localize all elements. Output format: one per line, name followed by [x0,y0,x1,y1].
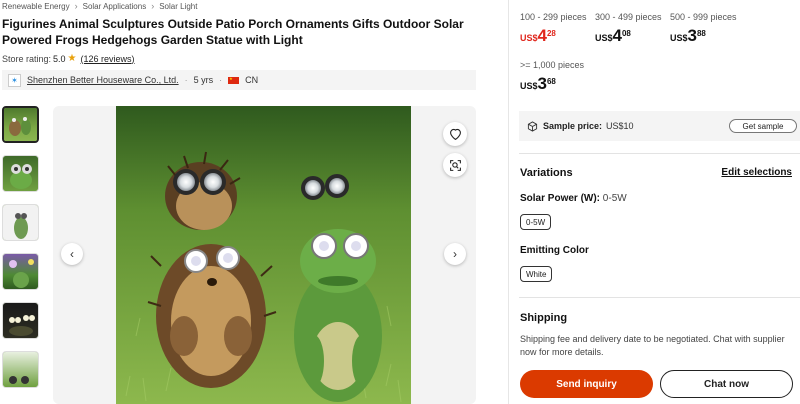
thumbnail-list [2,106,40,400]
star-icon: ★ [67,53,77,64]
image-search-button[interactable] [443,153,467,177]
image-search-icon [449,159,461,171]
tier-price: US$ 4 08 [595,26,631,45]
edit-selections-link[interactable]: Edit selections [721,167,792,178]
chevron-right-icon: › [151,1,155,11]
breadcrumb-item[interactable]: Renewable Energy [2,2,70,11]
tier-range: 100 - 299 pieces [520,12,587,22]
emitting-color-label: Emitting Color [520,245,589,256]
shipping-text: Shipping fee and delivery date to be neg… [520,334,785,357]
breadcrumb-item[interactable]: Solar Light [159,2,197,11]
next-image-button[interactable]: › [444,243,466,265]
thumbnail-5[interactable] [2,302,39,339]
price-tier: >= 1,000 pieces US$ 3 68 [520,60,600,93]
previous-image-button[interactable]: ‹ [61,243,83,265]
rating-label: Store rating: [2,53,52,64]
price-tier: 500 - 999 pieces US$ 3 88 [670,12,750,45]
price-tier: 300 - 499 pieces US$ 4 08 [595,12,675,45]
breadcrumb: Renewable Energy › Solar Applications › … [2,1,197,11]
divider [519,297,800,298]
solar-power-label: Solar Power (W): 0-5W [520,193,627,204]
thumbnail-4[interactable] [2,253,39,290]
send-inquiry-button[interactable]: Send inquiry [520,370,653,398]
favorite-button[interactable] [443,122,467,146]
supplier-country: CN [245,75,259,85]
supplier-years: 5 yrs [193,75,214,85]
tier-range: 500 - 999 pieces [670,12,737,22]
tier-range: 300 - 499 pieces [595,12,662,22]
heart-icon [449,128,461,140]
product-title: Figurines Animal Sculptures Outside Pati… [2,17,464,47]
store-rating: Store rating: 5.0 ★ (126 reviews) [2,53,135,64]
solar-power-name: Solar Power (W): [520,193,601,204]
reviews-link[interactable]: (126 reviews) [81,54,135,64]
thumbnail-6[interactable] [2,351,39,388]
solar-power-value: 0-5W [602,193,627,204]
supplier-name-link[interactable]: Shenzhen Better Houseware Co., Ltd. [27,75,179,85]
thumbnail-2[interactable] [2,155,39,192]
variations-title: Variations [520,167,573,179]
sample-label: Sample price: [543,121,603,131]
box-icon [527,120,538,132]
product-photo [116,106,411,404]
tier-range: >= 1,000 pieces [520,60,585,70]
emitting-color-option-white[interactable]: White [520,266,553,282]
purchase-panel: 100 - 299 pieces US$ 4 28 300 - 499 pieces… [508,0,800,404]
sample-price-bar: Sample price: US$10 Get sample [519,111,800,141]
rating-value: 5.0 [53,53,66,64]
breadcrumb-item[interactable]: Solar Applications [83,2,147,11]
china-flag-icon [228,76,240,84]
chat-now-button[interactable]: Chat now [660,370,793,398]
main-image-viewer: ‹ › [53,106,476,404]
shipping-title: Shipping [520,312,568,324]
chevron-right-icon: › [74,1,78,11]
supplier-logo-icon: ✶ [8,73,21,87]
tier-price: US$ 4 28 [520,26,556,45]
get-sample-button[interactable]: Get sample [729,119,797,133]
sample-value: US$10 [606,121,634,131]
thumbnail-1[interactable] [2,106,39,143]
separator-dot: · [219,75,223,85]
divider [519,153,800,154]
chevron-right-icon: › [453,247,457,261]
separator-dot: · [184,75,188,85]
thumbnail-3[interactable] [2,204,39,241]
solar-power-option-0-5w[interactable]: 0-5W [520,214,552,230]
tier-price: US$ 3 68 [520,74,556,93]
price-tier: 100 - 299 pieces US$ 4 28 [520,12,600,45]
tier-price: US$ 3 88 [670,26,706,45]
supplier-bar: ✶ Shenzhen Better Houseware Co., Ltd. · … [2,70,476,90]
chevron-left-icon: ‹ [70,247,74,261]
